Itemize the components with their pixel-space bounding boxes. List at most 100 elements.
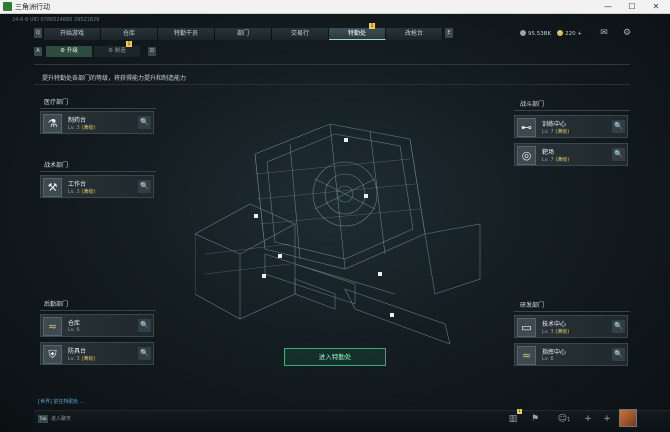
stats-icon[interactable]: ▥ 1	[505, 409, 522, 427]
tools-icon: ⚒	[43, 178, 62, 197]
tab-badge: 1	[126, 41, 132, 47]
facility-card-training-center[interactable]: ⊷ 训练中心 Lv. 7 (满级) 🔍	[514, 115, 628, 138]
divider	[34, 64, 630, 65]
facility-marker[interactable]	[390, 313, 394, 317]
tab-operators[interactable]: 特勤干员	[158, 28, 215, 40]
search-icon[interactable]: 🔍	[612, 320, 625, 333]
coin-icon	[520, 30, 526, 36]
facility-card-shooting-range[interactable]: ◎ 靶场 Lv. 7 (满级) 🔍	[514, 143, 628, 166]
facility-level: Lv. 3 (满级)	[542, 329, 570, 335]
search-icon[interactable]: 🔍	[612, 148, 625, 161]
armor-icon: ⛨	[43, 345, 62, 364]
divider	[34, 84, 630, 85]
search-icon[interactable]: 🔍	[138, 116, 151, 129]
facility-card-command-center[interactable]: ≈ 指挥中心 Lv. 6 🔍	[514, 343, 628, 366]
top-navigation: 开始游戏 仓库 特勤干员 部门 交易行 特勤处 1 改枪台	[44, 23, 443, 40]
stats-badge: 1	[517, 409, 522, 414]
tab-badge: 1	[369, 23, 375, 29]
close-button[interactable]: ✕	[646, 0, 666, 13]
chat-message: [世界] 前往特勤处 ...	[38, 399, 85, 405]
facility-marker[interactable]	[378, 272, 382, 276]
facility-card-pharmacy[interactable]: ⚗ 制药台 Lv. 3 (满级) 🔍	[40, 111, 154, 134]
search-icon[interactable]: 🔍	[138, 319, 151, 332]
sub-navigation: ⚙ 升级 ⚙ 制造 1	[46, 41, 140, 57]
gear-icon[interactable]: ⚙	[621, 27, 633, 39]
monitor-icon: ▭	[517, 318, 536, 337]
facility-level: Lv. 3 (满级)	[68, 189, 96, 195]
dept-label-research: 研发部门	[520, 302, 545, 309]
flag-icon[interactable]: ⚑	[527, 411, 543, 427]
search-icon[interactable]: 🔍	[138, 180, 151, 193]
facility-name: 工作台	[68, 181, 87, 188]
app-logo-icon	[3, 2, 12, 11]
coins-stat: 220 +	[557, 28, 582, 40]
dept-label-medical: 医疗部门	[44, 99, 69, 106]
minimize-button[interactable]: —	[598, 0, 618, 13]
window-title: 三角洲行动	[15, 3, 50, 11]
tab-special-ops[interactable]: 特勤处 1	[329, 23, 386, 40]
friends-icon[interactable]: ☺1	[556, 411, 572, 427]
facility-name: 指挥中心	[542, 349, 567, 356]
facility-name: 防具台	[68, 348, 87, 355]
facility-marker[interactable]	[344, 138, 348, 142]
facility-level: Lv. 6	[68, 327, 80, 333]
divider	[514, 311, 630, 312]
facility-card-armor-bench[interactable]: ⛨ 防具台 Lv. 3 (满级) 🔍	[40, 342, 154, 365]
facility-name: 制药台	[68, 117, 87, 124]
subnav-next-key[interactable]: D	[148, 47, 156, 56]
chat-key[interactable]: Tab	[38, 415, 48, 423]
rank-chevron-icon: ≈	[517, 346, 536, 365]
divider	[40, 108, 156, 109]
facility-level: Lv. 7 (满级)	[542, 129, 570, 135]
facility-name: 训练中心	[542, 121, 567, 128]
enter-special-ops-button[interactable]: 进入特勤处	[284, 348, 386, 366]
bottom-bar	[34, 410, 670, 432]
add-icon[interactable]: +	[580, 411, 596, 427]
currency-bar: 95.53BK 220 +	[520, 28, 582, 40]
chat-hint[interactable]: 进入聊天	[51, 415, 71, 423]
token-icon	[557, 30, 564, 36]
tab-start-game[interactable]: 开始游戏	[44, 28, 101, 40]
flask-icon: ⚗	[43, 114, 62, 133]
search-icon[interactable]: 🔍	[138, 347, 151, 360]
facility-name: 技术中心	[542, 321, 567, 328]
divider	[40, 171, 156, 172]
mail-icon[interactable]: ✉	[598, 27, 610, 39]
nav-next-key[interactable]: E	[445, 28, 453, 38]
divider	[40, 310, 156, 311]
facility-card-workbench[interactable]: ⚒ 工作台 Lv. 3 (满级) 🔍	[40, 175, 154, 198]
subnav-prev-key[interactable]: A	[34, 47, 42, 56]
app-window: 三角洲行动 — ☐ ✕ 24-6-8 UID 0786524880 395218…	[0, 0, 670, 432]
tab-upgrade[interactable]: ⚙ 升级	[46, 46, 92, 57]
facility-card-tech-center[interactable]: ▭ 技术中心 Lv. 3 (满级) 🔍	[514, 315, 628, 338]
target-icon: ◎	[517, 146, 536, 165]
maximize-button[interactable]: ☐	[622, 0, 642, 13]
page-description: 提升特勤处各部门的等级，将获得能力提升和制造能力	[42, 75, 187, 82]
dept-label-combat: 战斗部门	[520, 101, 545, 108]
add-friend-icon[interactable]: +	[599, 411, 615, 427]
facility-level: Lv. 3 (满级)	[68, 356, 96, 362]
facility-marker[interactable]	[278, 254, 282, 258]
facility-name: 仓库	[68, 320, 81, 327]
facility-marker[interactable]	[254, 214, 258, 218]
rank-chevron-icon: ≈	[43, 317, 62, 336]
facility-level: Lv. 7 (满级)	[542, 157, 570, 163]
facility-card-warehouse[interactable]: ≈ 仓库 Lv. 6 🔍	[40, 314, 154, 337]
currency-stat: 95.53BK	[520, 28, 551, 40]
divider	[514, 110, 630, 111]
facility-marker[interactable]	[262, 274, 266, 278]
facility-level: Lv. 6	[542, 356, 554, 362]
title-bar: 三角洲行动 — ☐ ✕	[0, 0, 670, 14]
tab-trade[interactable]: 交易行	[272, 28, 329, 40]
facility-marker[interactable]	[364, 194, 368, 198]
tab-gunsmith[interactable]: 改枪台	[386, 28, 443, 40]
tab-departments[interactable]: 部门	[215, 28, 272, 40]
avatar[interactable]	[619, 409, 637, 427]
tab-warehouse[interactable]: 仓库	[101, 28, 158, 40]
nav-prev-key[interactable]: Q	[34, 28, 42, 38]
search-icon[interactable]: 🔍	[612, 348, 625, 361]
search-icon[interactable]: 🔍	[612, 120, 625, 133]
tab-craft[interactable]: ⚙ 制造 1	[94, 41, 140, 57]
facility-name: 靶场	[542, 149, 555, 156]
dept-label-logistics: 后勤部门	[44, 301, 69, 308]
